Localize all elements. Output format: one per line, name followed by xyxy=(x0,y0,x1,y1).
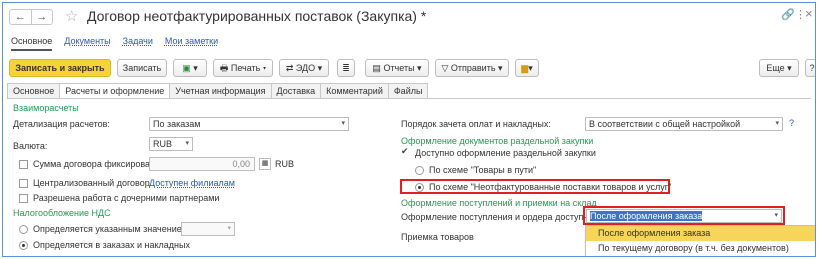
tab-documents[interactable]: Документы xyxy=(64,36,110,51)
edo-icon: ⇄ xyxy=(285,63,294,73)
currency-select[interactable]: RUB ▾ xyxy=(149,137,193,151)
calculator-icon[interactable]: ▦ xyxy=(259,158,271,170)
attachments-button[interactable]: ▆▾ xyxy=(515,59,539,77)
list-icon: ≣ xyxy=(342,63,350,73)
receipt-select[interactable]: После оформления заказа ▾ xyxy=(586,209,782,223)
more-label: Еще xyxy=(766,63,785,73)
scheme1-radio[interactable] xyxy=(415,166,424,175)
print-button[interactable]: 🖶 Печать ▾ xyxy=(213,59,273,77)
subtab-main[interactable]: Основное xyxy=(7,83,61,98)
receipt-label: Оформление поступления и ордера доступно… xyxy=(401,212,596,222)
document-window: ← → ☆ Договор неотфактурированных постав… xyxy=(2,2,816,257)
subtab-comment[interactable]: Комментарий xyxy=(320,83,389,98)
subsidiaries-label: Разрешена работа с дочерними партнерами xyxy=(33,193,220,203)
acceptance-label: Приемка товаров xyxy=(401,232,474,242)
fixed-sum-label: Сумма договора фиксирована xyxy=(33,159,160,169)
separate-available-label: Доступно оформление раздельной закупки xyxy=(415,148,596,158)
folder-icon: ▆ xyxy=(521,63,529,73)
offset-select[interactable]: В соответствии с общей настройкой ▾ xyxy=(585,117,783,131)
dropdown-option-after-order[interactable]: После оформления заказа xyxy=(586,226,815,241)
chevron-down-icon: ▾ xyxy=(775,120,779,127)
send-label: Отправить xyxy=(450,63,496,73)
reports-icon: ▤ xyxy=(372,63,381,73)
section-settlements: Взаиморасчеты xyxy=(13,103,79,113)
receipt-value: После оформления заказа xyxy=(590,211,703,221)
edo-button[interactable]: ⇄ ЭДО ▾ xyxy=(279,59,329,77)
print-label: Печать xyxy=(230,63,261,73)
forward-icon[interactable]: → xyxy=(32,10,53,24)
vat-option1-radio[interactable] xyxy=(19,225,28,234)
title-bar: ← → ☆ Договор неотфактурированных постав… xyxy=(3,3,815,31)
subtab-accounting[interactable]: Учетная информация xyxy=(169,83,272,98)
offset-help-link[interactable]: ? xyxy=(789,118,794,128)
more-button[interactable]: Еще ▾ xyxy=(759,59,799,77)
fixed-sum-checkbox[interactable] xyxy=(19,160,28,169)
separate-available-checkbox[interactable] xyxy=(401,146,410,158)
reports-button[interactable]: ▤ Отчеты ▾ xyxy=(365,59,429,77)
close-icon[interactable]: × xyxy=(805,6,813,21)
save-close-button[interactable]: Записать и закрыть xyxy=(9,59,111,77)
chevron-down-icon: ▾ xyxy=(774,212,778,219)
offset-value: В соответствии с общей настройкой xyxy=(589,119,741,129)
chevron-down-icon: ▾ xyxy=(185,140,189,147)
chevron-down-icon: ▾ xyxy=(227,225,231,232)
offset-label: Порядок зачета оплат и накладных: xyxy=(401,119,551,129)
branches-link[interactable]: Доступен филиалам xyxy=(149,178,235,188)
favorite-star-icon[interactable]: ☆ xyxy=(65,7,78,25)
top-tabs: Основное Документы Задачи Мои заметки xyxy=(11,36,218,51)
vat-value-input[interactable]: ▾ xyxy=(181,222,235,236)
window-title: Договор неотфактурированных поставок (За… xyxy=(87,8,427,24)
nav-buttons: ← → xyxy=(9,9,53,25)
tab-divider xyxy=(7,98,811,99)
send-button[interactable]: ▽ Отправить ▾ xyxy=(435,59,509,77)
tab-notes[interactable]: Мои заметки xyxy=(165,36,218,51)
section-separate: Оформление документов раздельной закупки xyxy=(401,136,594,146)
subsidiaries-checkbox[interactable] xyxy=(19,194,28,203)
vat-option2-radio[interactable] xyxy=(19,241,28,250)
printer-icon: 🖶 xyxy=(219,63,229,73)
scheme2-label: По схеме "Неотфактурованные поставки тов… xyxy=(429,182,672,192)
document-list-button[interactable]: ≣ xyxy=(337,59,355,77)
detail-select[interactable]: По заказам ▾ xyxy=(149,117,349,131)
link-icon[interactable]: 🔗 xyxy=(781,8,795,21)
fixed-sum-currency: RUB xyxy=(275,159,295,169)
send-icon: ▽ xyxy=(441,63,449,73)
section-receipts: Оформление поступлений и приемки на скла… xyxy=(401,198,597,208)
subtab-delivery[interactable]: Доставка xyxy=(270,83,322,98)
subtab-files[interactable]: Файлы xyxy=(387,83,429,98)
chevron-down-icon: ▾ xyxy=(341,120,345,127)
currency-label: Валюта: xyxy=(13,141,48,151)
create-based-icon: ▣ xyxy=(182,63,191,73)
currency-value: RUB xyxy=(153,139,173,149)
subtabs: Основное Расчеты и оформление Учетная ин… xyxy=(7,83,429,98)
detail-label: Детализация расчетов: xyxy=(13,119,110,129)
receipt-dropdown-list: После оформления заказа По текущему дого… xyxy=(585,225,815,256)
tab-tasks[interactable]: Задачи xyxy=(123,36,153,51)
scheme2-radio[interactable] xyxy=(415,183,424,192)
vat-option1-label: Определяется указанным значением xyxy=(33,224,188,234)
section-vat: Налогообложение НДС xyxy=(13,208,111,218)
fixed-sum-input[interactable]: 0,00 xyxy=(149,157,255,171)
scheme1-label: По схеме "Товары в пути" xyxy=(429,165,537,175)
centralized-checkbox[interactable] xyxy=(19,179,28,188)
dropdown-option-current-contract[interactable]: По текущему договору (в т.ч. без докумен… xyxy=(586,241,815,256)
create-based-button[interactable]: ▣ ▾ xyxy=(173,59,207,77)
detail-value: По заказам xyxy=(153,119,201,129)
subtab-settlements[interactable]: Расчеты и оформление xyxy=(59,83,171,98)
help-button[interactable]: ? xyxy=(805,59,815,77)
save-button[interactable]: Записать xyxy=(117,59,167,77)
reports-label: Отчеты xyxy=(383,63,415,73)
edo-label: ЭДО xyxy=(295,63,316,73)
centralized-label: Централизованный договор xyxy=(33,178,150,188)
tab-main[interactable]: Основное xyxy=(11,36,53,51)
vat-option2-label: Определяется в заказах и накладных xyxy=(33,240,190,250)
back-icon[interactable]: ← xyxy=(10,10,32,24)
